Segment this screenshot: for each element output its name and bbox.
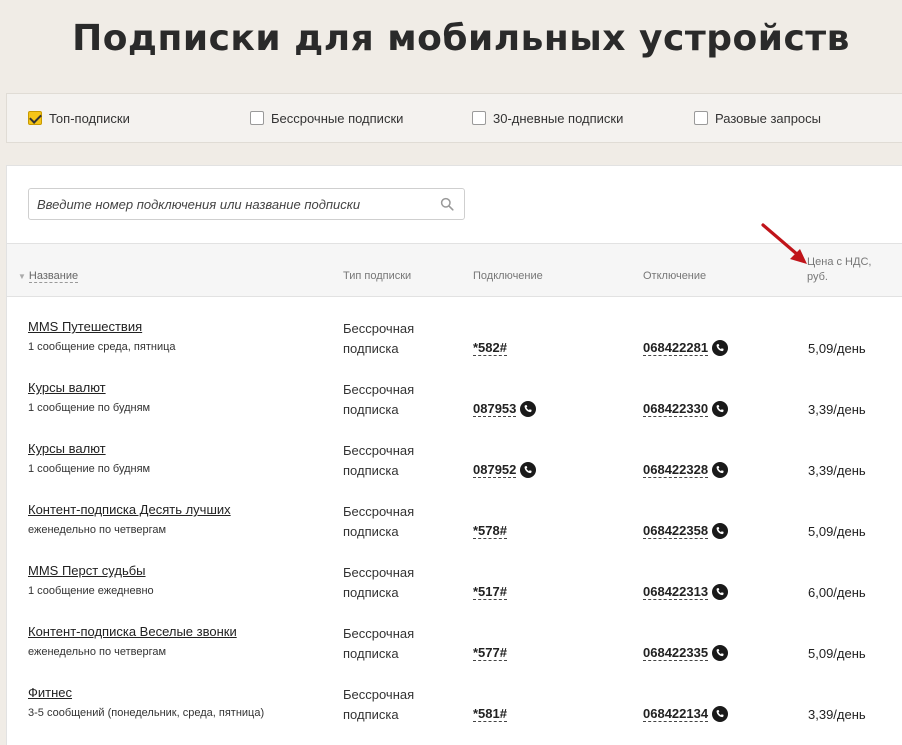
page-title: Подписки для мобильных устройств <box>72 18 850 59</box>
disconnect-code[interactable]: 068422328 <box>643 462 709 478</box>
price: 5,09/день <box>808 524 866 539</box>
filter-30day[interactable]: 30-дневные подписки <box>472 109 623 127</box>
disconnect-code[interactable]: 068422281 <box>643 340 709 356</box>
price: 6,00/день <box>808 585 866 600</box>
subscriptions-list: MMS Путешествия 1 сообщение среда, пятни… <box>7 312 902 739</box>
phone-icon[interactable] <box>712 340 729 356</box>
filter-30day-label: 30-дневные подписки <box>493 110 624 126</box>
subscription-name-link[interactable]: Курсы валют <box>28 380 106 395</box>
header-price: Цена с НДС, руб. <box>807 256 872 283</box>
table-row: Контент-подписка Веселые звонки еженедел… <box>7 617 902 678</box>
filter-oneoff-label: Разовые запросы <box>715 110 821 126</box>
phone-icon[interactable] <box>712 462 729 478</box>
subscription-type: Бессрочная подписка <box>343 626 415 661</box>
connect-cell: 087953 <box>473 401 537 417</box>
subscription-type: Бессрочная подписка <box>343 687 415 722</box>
filter-unlimited[interactable]: Бессрочные подписки <box>250 109 403 127</box>
table-row: MMS Перст судьбы 1 сообщение ежедневно Б… <box>7 556 902 617</box>
price: 5,09/день <box>808 341 866 356</box>
disconnect-cell: 068422328 <box>643 462 729 478</box>
subscription-type: Бессрочная подписка <box>343 321 415 356</box>
disconnect-code[interactable]: 068422335 <box>643 645 709 661</box>
connect-cell: *578# <box>473 523 507 539</box>
filter-top[interactable]: Топ-подписки <box>28 109 130 127</box>
connect-code[interactable]: *581# <box>473 706 507 722</box>
phone-icon[interactable] <box>712 401 729 417</box>
connect-code[interactable]: *517# <box>473 584 507 600</box>
checkbox-top[interactable] <box>28 111 42 125</box>
price: 3,39/день <box>808 402 866 417</box>
phone-icon[interactable] <box>712 706 729 722</box>
subscription-name-link[interactable]: Курсы валют <box>28 441 106 456</box>
connect-code[interactable]: 087952 <box>473 462 517 478</box>
phone-icon[interactable] <box>712 584 729 600</box>
disconnect-cell: 068422134 <box>643 706 729 722</box>
subscription-name-link[interactable]: Фитнес <box>28 685 72 700</box>
checkbox-30day[interactable] <box>472 111 486 125</box>
disconnect-cell: 068422313 <box>643 584 729 600</box>
disconnect-code[interactable]: 068422358 <box>643 523 709 539</box>
table-row: MMS Путешествия 1 сообщение среда, пятни… <box>7 312 902 373</box>
phone-icon[interactable] <box>520 462 537 478</box>
connect-code[interactable]: *582# <box>473 340 507 356</box>
subscription-type: Бессрочная подписка <box>343 565 415 600</box>
search-input[interactable] <box>29 189 429 219</box>
filter-bar: Топ-подписки Бессрочные подписки 30-днев… <box>6 93 902 143</box>
disconnect-cell: 068422358 <box>643 523 729 539</box>
subscription-description: 3-5 сообщений (понедельник, среда, пятни… <box>28 707 265 719</box>
checkbox-oneoff[interactable] <box>694 111 708 125</box>
checkbox-unlimited[interactable] <box>250 111 264 125</box>
price: 3,39/день <box>808 707 866 722</box>
price: 5,09/день <box>808 646 866 661</box>
subscription-description: 1 сообщение по будням <box>28 463 151 475</box>
connect-cell: *581# <box>473 706 507 722</box>
phone-icon[interactable] <box>712 645 729 661</box>
subscription-description: еженедельно по четвергам <box>28 646 167 658</box>
disconnect-cell: 068422281 <box>643 340 729 356</box>
subscription-description: еженедельно по четвергам <box>28 524 167 536</box>
disconnect-cell: 068422330 <box>643 401 729 417</box>
table-row: Контент-подписка Десять лучших еженедель… <box>7 495 902 556</box>
connect-code[interactable]: 087953 <box>473 401 517 417</box>
header-name-label[interactable]: Название <box>28 270 79 283</box>
price: 3,39/день <box>808 463 866 478</box>
subscription-name-link[interactable]: MMS Путешествия <box>28 319 142 334</box>
red-arrow-annotation <box>761 223 807 264</box>
filter-oneoff[interactable]: Разовые запросы <box>694 109 821 127</box>
filter-unlimited-label: Бессрочные подписки <box>271 110 404 126</box>
table-row: Фитнес 3-5 сообщений (понедельник, среда… <box>7 678 902 739</box>
phone-icon[interactable] <box>520 401 537 417</box>
connect-code[interactable]: *578# <box>473 523 507 539</box>
disconnect-cell: 068422335 <box>643 645 729 661</box>
table-row: Курсы валют 1 сообщение по будням Бессро… <box>7 434 902 495</box>
disconnect-code[interactable]: 068422330 <box>643 401 709 417</box>
subscription-name-link[interactable]: MMS Перст судьбы <box>28 563 146 578</box>
subscription-name-link[interactable]: Контент-подписка Веселые звонки <box>28 624 237 639</box>
header-name[interactable]: ▼ Название <box>18 270 79 283</box>
subscription-description: 1 сообщение ежедневно <box>28 585 154 597</box>
header-connect: Подключение <box>473 270 543 282</box>
phone-icon[interactable] <box>712 523 729 539</box>
connect-code[interactable]: *577# <box>473 645 507 661</box>
connect-cell: *582# <box>473 340 507 356</box>
connect-cell: *577# <box>473 645 507 661</box>
sort-arrow-icon: ▼ <box>18 272 26 281</box>
disconnect-code[interactable]: 068422313 <box>643 584 709 600</box>
subscription-type: Бессрочная подписка <box>343 443 415 478</box>
table-row: Курсы валют 1 сообщение по будням Бессро… <box>7 373 902 434</box>
connect-cell: *517# <box>473 584 507 600</box>
filter-top-label: Топ-подписки <box>49 110 130 126</box>
search-box <box>28 188 465 220</box>
subscription-type: Бессрочная подписка <box>343 504 415 539</box>
subscription-name-link[interactable]: Контент-подписка Десять лучших <box>28 502 231 517</box>
subscription-type: Бессрочная подписка <box>343 382 415 417</box>
subscription-description: 1 сообщение среда, пятница <box>28 341 176 353</box>
header-disconnect: Отключение <box>643 270 707 282</box>
connect-cell: 087952 <box>473 462 537 478</box>
header-type: Тип подписки <box>343 270 412 282</box>
subscription-description: 1 сообщение по будням <box>28 402 151 414</box>
search-icon[interactable] <box>440 197 454 211</box>
disconnect-code[interactable]: 068422134 <box>643 706 709 722</box>
